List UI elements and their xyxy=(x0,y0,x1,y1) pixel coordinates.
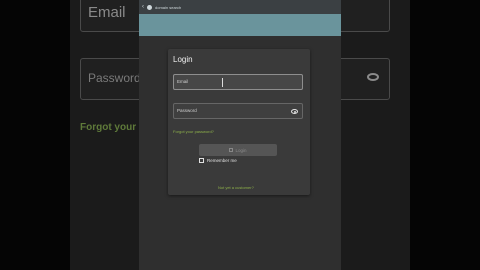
status-bar-text: domain search xyxy=(155,4,182,10)
password-field[interactable]: Password xyxy=(173,103,303,119)
login-card: Login Email Password Forgot your passwor… xyxy=(168,49,310,195)
background-password-label: Password xyxy=(88,71,141,85)
login-title: Login xyxy=(173,55,193,64)
email-field[interactable]: Email xyxy=(173,74,303,90)
signup-link[interactable]: Not yet a customer? xyxy=(218,185,254,190)
background-email-label: Email xyxy=(88,4,126,21)
app-top-bar xyxy=(139,14,341,36)
password-placeholder: Password xyxy=(177,108,197,113)
phone-screen: ‹ domain search Login Email Password For… xyxy=(139,0,341,270)
login-button[interactable]: Login xyxy=(199,144,277,156)
remember-me-label: Remember me xyxy=(207,158,237,163)
back-chevron-icon[interactable]: ‹ xyxy=(142,4,144,10)
login-button-label: Login xyxy=(235,147,247,153)
email-placeholder: Email xyxy=(177,79,189,84)
remember-me-checkbox[interactable] xyxy=(199,158,204,163)
login-icon xyxy=(229,148,234,152)
forgot-password-link[interactable]: Forgot your password? xyxy=(173,129,214,134)
remember-me[interactable]: Remember me xyxy=(199,158,237,163)
background-eye-icon xyxy=(367,73,379,81)
text-cursor xyxy=(222,78,223,87)
globe-icon xyxy=(147,4,152,10)
show-password-eye-icon[interactable] xyxy=(291,109,298,114)
status-bar: ‹ domain search xyxy=(139,0,341,14)
background-forgot-label: Forgot your lo xyxy=(80,122,148,133)
